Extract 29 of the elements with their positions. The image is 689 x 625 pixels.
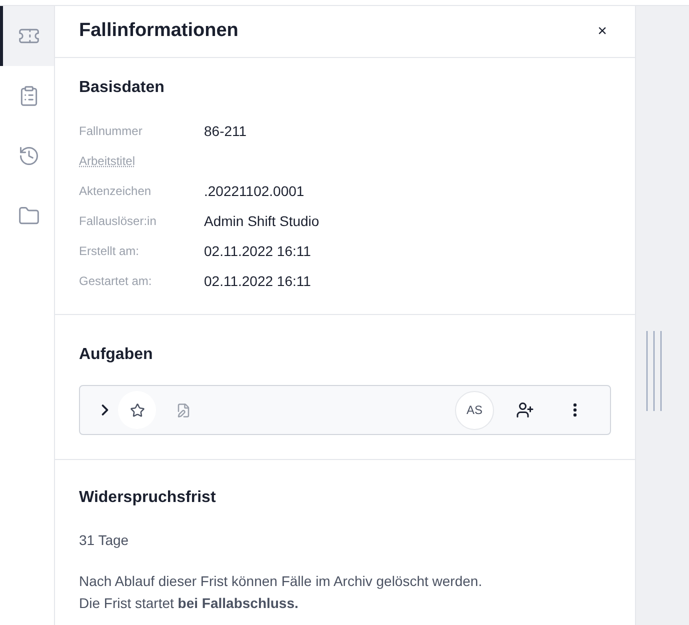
user-plus-icon [516,401,534,419]
duration-text: 31 Tage [79,531,130,550]
more-icon [573,403,577,417]
section-title: Aufgaben [79,345,154,365]
star-icon [130,402,144,418]
folder-icon [18,205,40,227]
notice-text: Nach Ablauf dieser Frist können Fälle im Archiv gelöscht werden. [79,572,484,591]
section-title: Widerspruchsfrist [79,488,217,508]
field-label: Fallauslöser:in [79,213,158,230]
field-label: Arbeitstitel [79,153,136,170]
field-label: Erstellt am: [79,243,140,260]
section-title: Basisdaten [79,78,166,98]
field-value: 02.11.2022 16:11 [204,242,311,260]
field-label: Gestartet am: [79,273,153,290]
field-value: 02.11.2022 16:11 [204,272,311,290]
notice-text: Die Frist startet bei Fallabschluss. [79,594,300,613]
resize-handle-icon[interactable] [646,331,662,411]
note-edit-icon [176,402,190,418]
field-value: .20221102.0001 [204,182,304,200]
field-value: 86-211 [204,122,247,140]
avatar[interactable]: AS [455,390,494,430]
panel-title: Fallinformationen [79,19,238,44]
close-button[interactable]: × [594,20,611,44]
star-button[interactable] [118,391,156,429]
sidebar-tab[interactable] [0,6,54,66]
field-label: Aktenzeichen [79,183,152,200]
field-label: Fallnummer [79,123,144,140]
field-value: Admin Shift Studio [204,212,320,230]
history-icon [18,145,40,167]
